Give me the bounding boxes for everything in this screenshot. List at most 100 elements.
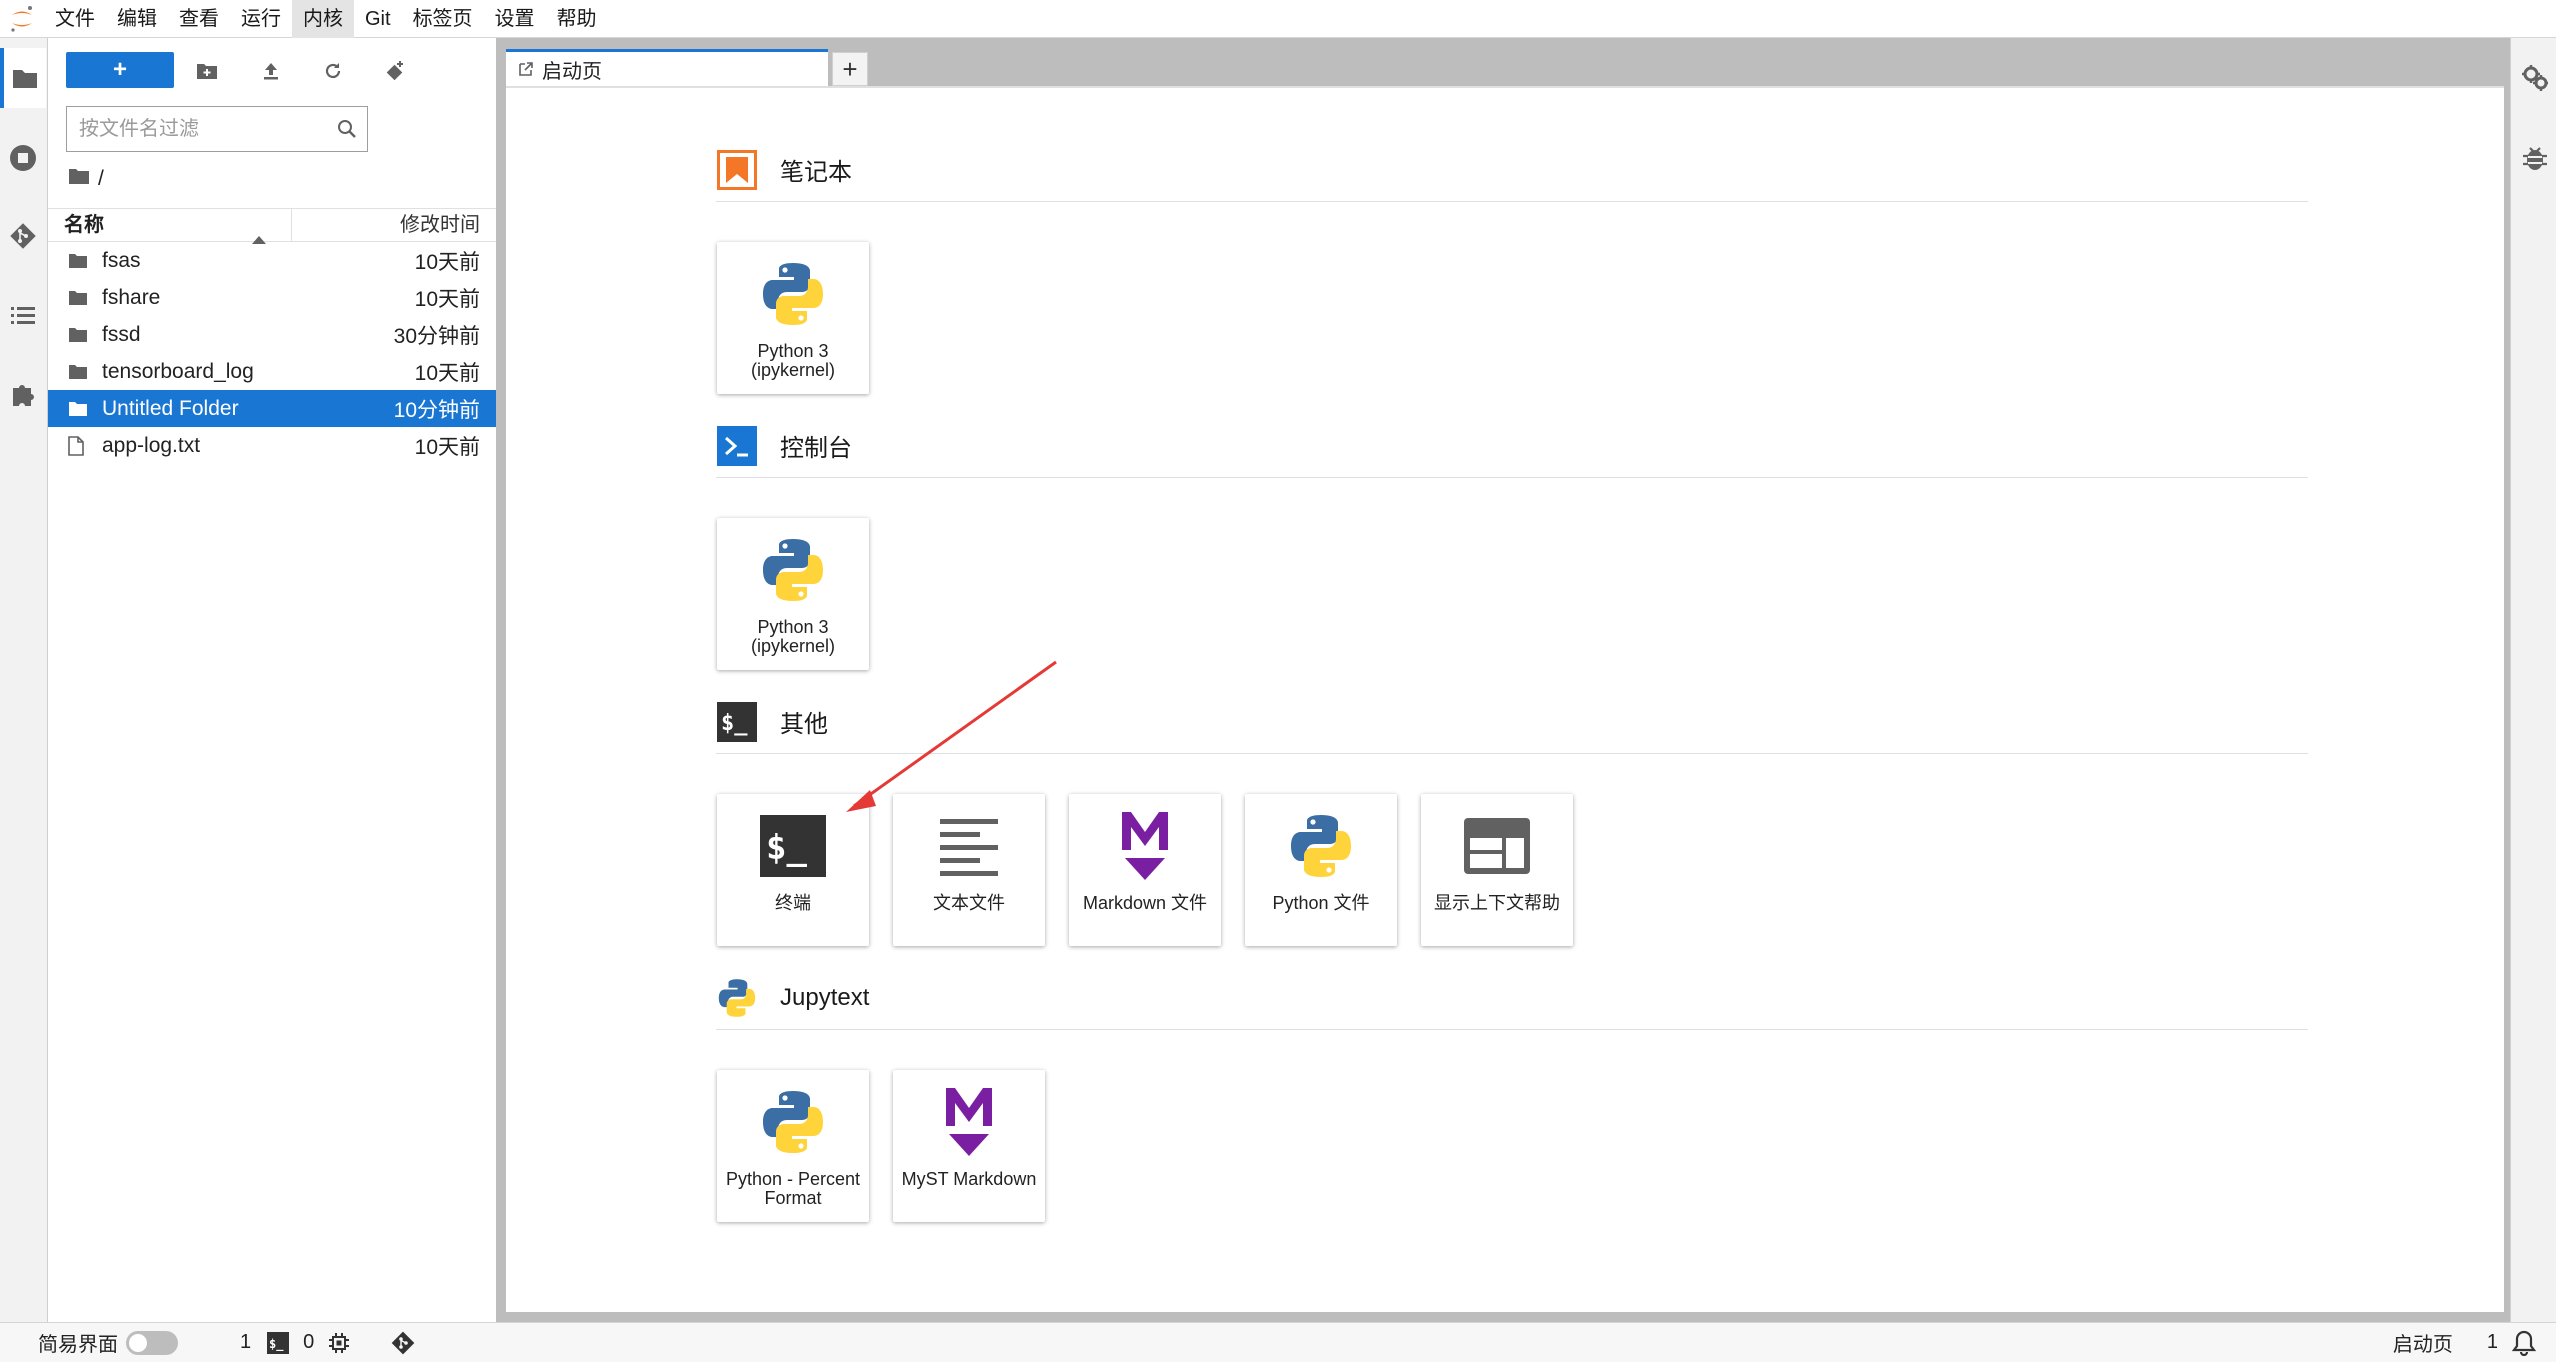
menu-settings[interactable]: 设置 xyxy=(484,0,546,38)
context-help-icon xyxy=(1464,808,1530,884)
file-list: fsas 10天前 fshare 10天前 fssd 30分钟前 tensorb… xyxy=(48,242,496,464)
terminals-count[interactable]: 1 xyxy=(240,1331,251,1354)
file-row-fsas[interactable]: fsas 10天前 xyxy=(48,242,496,279)
file-row-fshare[interactable]: fshare 10天前 xyxy=(48,279,496,316)
active-tab-label: 启动页 xyxy=(2392,1334,2453,1356)
file-filter-input[interactable] xyxy=(79,117,329,141)
notification-bell-icon[interactable] xyxy=(2512,1330,2536,1356)
file-modified: 30分钟前 xyxy=(393,324,480,348)
text-file-icon xyxy=(938,808,1000,884)
new-launcher-button[interactable]: + xyxy=(66,52,174,88)
console-prompt-icon xyxy=(716,425,758,467)
menu-file[interactable]: 文件 xyxy=(44,0,106,38)
menu-bar: 文件 编辑 查看 运行 内核 Git 标签页 设置 帮助 xyxy=(0,0,2556,38)
panel-splitter[interactable] xyxy=(496,38,506,1322)
terminal-icon: $_ xyxy=(760,808,826,884)
file-row-app-log[interactable]: app-log.txt 10天前 xyxy=(48,427,496,464)
card-label: Python 3 (ipykernel) xyxy=(750,341,836,380)
section-other-title: 其他 xyxy=(780,711,828,738)
menu-edit[interactable]: 编辑 xyxy=(106,0,168,38)
file-filter-box xyxy=(66,106,368,152)
section-console-header: 控制台 xyxy=(716,414,2308,478)
right-sidebar xyxy=(2510,38,2556,1322)
markdown-icon xyxy=(943,1084,995,1160)
python-logo-icon xyxy=(760,532,826,608)
section-jupytext-header: Jupytext xyxy=(716,966,2308,1030)
file-modified: 10天前 xyxy=(414,287,480,311)
file-name: fssd xyxy=(102,322,141,346)
card-console-python3[interactable]: Python 3 (ipykernel) xyxy=(717,518,869,670)
debugger-bug-icon[interactable] xyxy=(2522,144,2548,177)
section-jupytext-title: Jupytext xyxy=(780,983,870,1011)
card-label: Python 文件 xyxy=(1272,893,1370,913)
upload-icon[interactable] xyxy=(256,56,286,86)
column-modified-label: 修改时间 xyxy=(400,214,480,236)
git-icon[interactable] xyxy=(0,206,46,266)
launcher-tab-icon xyxy=(518,61,534,77)
terminal-status-icon: $_ xyxy=(267,1331,290,1354)
card-terminal[interactable]: $_ 终端 xyxy=(717,794,869,946)
card-myst-markdown[interactable]: MyST Markdown xyxy=(893,1070,1045,1222)
tab-launcher[interactable]: 启动页 xyxy=(506,49,828,86)
file-name: app-log.txt xyxy=(102,433,201,457)
file-browser-tab-icon[interactable] xyxy=(0,48,46,108)
column-modified-header[interactable]: 修改时间 xyxy=(292,209,496,241)
extension-manager-icon[interactable] xyxy=(0,364,46,424)
file-browser-toolbar: + xyxy=(48,38,496,100)
tab-bar: 启动页 + xyxy=(506,38,2510,86)
menu-kernel[interactable]: 内核 xyxy=(292,0,354,38)
table-of-contents-icon[interactable] xyxy=(0,286,46,346)
menu-view[interactable]: 查看 xyxy=(168,0,230,38)
card-text-file[interactable]: 文本文件 xyxy=(893,794,1045,946)
git-status-icon[interactable] xyxy=(390,1330,416,1356)
card-label: 显示上下文帮助 xyxy=(1434,893,1560,913)
root-folder-icon[interactable] xyxy=(68,167,90,191)
file-row-fssd[interactable]: fssd 30分钟前 xyxy=(48,316,496,353)
folder-icon xyxy=(68,327,90,343)
status-bar: 简易界面 1 $_ 0 启动页 1 xyxy=(0,1322,2556,1362)
launcher-panel: 笔记本 Python 3 (ipykernel) 控制台 Python 3 (i… xyxy=(506,86,2504,1312)
card-python-file[interactable]: Python 文件 xyxy=(1245,794,1397,946)
breadcrumb-path[interactable]: / xyxy=(98,167,104,191)
file-name: fshare xyxy=(102,285,161,309)
file-modified: 10天前 xyxy=(414,435,480,459)
file-row-untitled-folder[interactable]: Untitled Folder 10分钟前 xyxy=(48,390,496,427)
file-name: Untitled Folder xyxy=(102,396,239,420)
file-icon xyxy=(68,435,90,456)
column-name-header[interactable]: 名称 xyxy=(48,209,292,244)
menu-git[interactable]: Git xyxy=(354,0,402,38)
card-markdown-file[interactable]: Markdown 文件 xyxy=(1069,794,1221,946)
python-logo-icon xyxy=(760,256,826,332)
card-notebook-python3[interactable]: Python 3 (ipykernel) xyxy=(717,242,869,394)
menu-help[interactable]: 帮助 xyxy=(546,0,608,38)
file-modified: 10分钟前 xyxy=(393,398,480,422)
card-label: Python - Percent Format xyxy=(725,1169,861,1208)
card-label: Markdown 文件 xyxy=(1082,893,1208,913)
notification-count[interactable]: 1 xyxy=(2487,1331,2498,1354)
card-label: MyST Markdown xyxy=(901,1169,1037,1189)
file-list-header: 名称 修改时间 xyxy=(48,208,496,244)
jupyter-logo-icon xyxy=(0,0,44,38)
running-sessions-icon[interactable] xyxy=(0,128,46,188)
folder-icon xyxy=(68,364,90,380)
column-name-label: 名称 xyxy=(64,214,104,236)
property-inspector-gears-icon[interactable] xyxy=(2521,64,2549,97)
kernels-count[interactable]: 0 xyxy=(303,1331,314,1354)
markdown-icon xyxy=(1119,808,1171,884)
menu-tabs[interactable]: 标签页 xyxy=(402,0,484,38)
refresh-icon[interactable] xyxy=(318,56,348,86)
plus-label: + xyxy=(112,56,127,83)
python-icon xyxy=(1288,808,1354,884)
notebook-bookmark-icon xyxy=(716,149,758,191)
menu-run[interactable]: 运行 xyxy=(230,0,292,38)
git-clone-icon[interactable] xyxy=(380,56,410,86)
add-tab-button[interactable]: + xyxy=(832,52,868,86)
file-row-tensorboard-log[interactable]: tensorboard_log 10天前 xyxy=(48,353,496,390)
new-folder-icon[interactable] xyxy=(192,56,222,86)
search-icon xyxy=(337,119,357,144)
card-context-help[interactable]: 显示上下文帮助 xyxy=(1421,794,1573,946)
card-python-percent[interactable]: Python - Percent Format xyxy=(717,1070,869,1222)
card-label: 终端 xyxy=(775,893,811,913)
simple-mode-toggle[interactable] xyxy=(126,1330,178,1355)
simple-mode-label: 简易界面 xyxy=(38,1334,118,1356)
